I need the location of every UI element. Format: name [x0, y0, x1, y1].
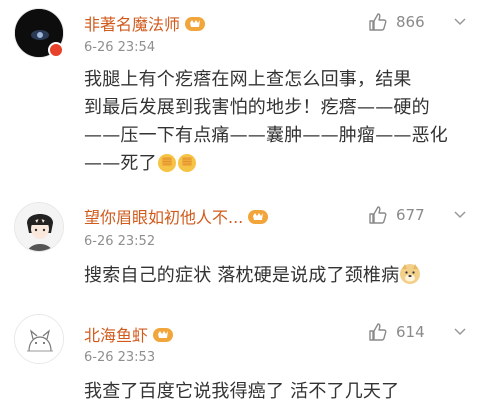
- anime-boy-avatar-icon: [15, 203, 63, 251]
- timestamp: 6-26 23:52: [84, 234, 156, 249]
- avatar[interactable]: [14, 202, 64, 252]
- comment-3: 北海鱼虾 6-26 23:53 614 我查了百度它说我得癌了 活不了几天了: [0, 300, 480, 420]
- like-count: 677: [396, 206, 425, 224]
- like-button[interactable]: 614: [368, 322, 425, 342]
- vip-badge-icon: [247, 208, 269, 230]
- comment-text: 我查了百度它说我得癌了 活不了几天了: [84, 381, 400, 402]
- avatar[interactable]: [14, 314, 64, 364]
- chevron-down-icon[interactable]: [452, 207, 468, 223]
- like-icon: [369, 13, 387, 31]
- chevron-down-icon[interactable]: [452, 324, 468, 340]
- like-icon: [369, 206, 387, 224]
- comment-text: 搜索自己的症状 落枕硬是说成了颈椎病: [84, 262, 470, 294]
- chevron-down-icon[interactable]: [452, 14, 468, 30]
- comment-2: 望你眉眼如初他人不... 6-26 23:52 677 搜索自己的症状 落枕硬是…: [0, 190, 480, 300]
- comment-text: 我腿上有个疙瘩在网上查怎么回事，结果 到最后发展到我害怕的地步！疙瘩——硬的 —…: [84, 66, 470, 182]
- avatar-badge-icon: [48, 42, 64, 58]
- facepalm-emoji: [157, 153, 197, 182]
- like-count: 866: [396, 13, 425, 31]
- like-button[interactable]: 866: [368, 12, 425, 32]
- username[interactable]: 北海鱼虾: [84, 322, 174, 348]
- vip-badge-icon: [184, 15, 206, 37]
- timestamp: 6-26 23:54: [84, 40, 156, 55]
- cat-sketch-avatar-icon: [15, 315, 63, 363]
- like-icon: [369, 323, 387, 341]
- username[interactable]: 非著名魔法师: [84, 11, 206, 37]
- timestamp: 6-26 23:53: [84, 350, 156, 365]
- like-button[interactable]: 677: [368, 205, 425, 225]
- comment-1: 非著名魔法师 6-26 23:54 866 我腿上有个疙瘩在网上查怎么回事，结果…: [0, 0, 480, 190]
- vip-badge-icon: [152, 326, 174, 348]
- username[interactable]: 望你眉眼如初他人不...: [84, 204, 269, 230]
- doge-emoji: [399, 263, 421, 294]
- like-count: 614: [396, 323, 425, 341]
